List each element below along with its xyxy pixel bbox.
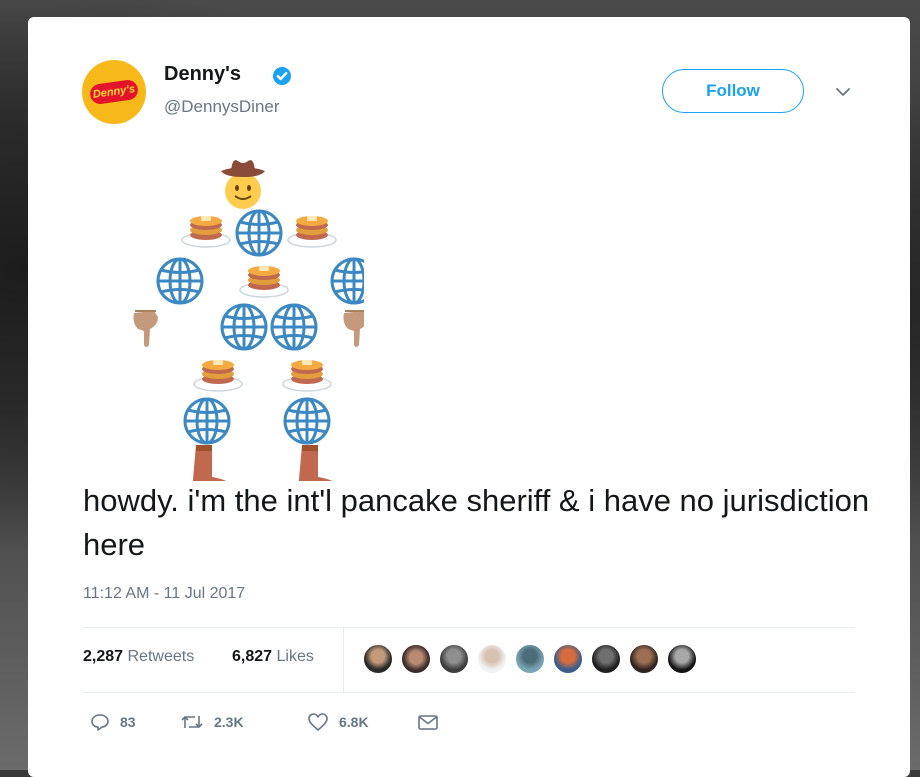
liker-avatar[interactable] bbox=[514, 643, 546, 675]
globe-emoji bbox=[283, 397, 331, 445]
globe-emoji bbox=[156, 257, 204, 305]
globe-emoji bbox=[183, 397, 231, 445]
liker-avatar[interactable] bbox=[552, 643, 584, 675]
like-count: 6.8K bbox=[339, 714, 369, 730]
tweet-text: howdy. i'm the int'l pancake sheriff & i… bbox=[83, 483, 870, 562]
retweets-stat[interactable]: 2,287 Retweets bbox=[83, 648, 194, 666]
liker-avatar[interactable] bbox=[362, 643, 394, 675]
dm-icon bbox=[418, 715, 438, 730]
retweets-count: 2,287 bbox=[83, 648, 124, 665]
pancakes-emoji bbox=[193, 359, 243, 392]
liker-avatar[interactable] bbox=[666, 643, 698, 675]
globe-emoji bbox=[235, 209, 283, 257]
pointing-down-emoji bbox=[132, 310, 159, 348]
tweet-timestamp[interactable]: 11:12 AM - 11 Jul 2017 bbox=[83, 585, 245, 603]
divider bbox=[83, 627, 854, 628]
pancakes-emoji bbox=[181, 215, 231, 248]
divider bbox=[83, 692, 854, 693]
user-handle[interactable]: @DennysDiner bbox=[164, 97, 280, 117]
like-icon bbox=[308, 713, 328, 731]
divider bbox=[343, 628, 344, 692]
globe-emoji bbox=[330, 257, 364, 305]
likes-count: 6,827 bbox=[232, 648, 273, 665]
boot-emoji bbox=[298, 445, 336, 481]
pancakes-emoji bbox=[287, 215, 337, 248]
retweets-label: Retweets bbox=[127, 648, 195, 665]
retweet-count: 2.3K bbox=[214, 714, 244, 730]
verified-badge-icon bbox=[273, 67, 291, 85]
liker-avatar[interactable] bbox=[590, 643, 622, 675]
avatar[interactable]: Denny's bbox=[82, 60, 146, 124]
liker-avatar[interactable] bbox=[400, 643, 432, 675]
liker-avatar[interactable] bbox=[628, 643, 660, 675]
liker-avatar[interactable] bbox=[438, 643, 470, 675]
globe-emoji bbox=[270, 303, 318, 351]
retweet-icon bbox=[181, 716, 203, 728]
reply-icon bbox=[91, 714, 109, 731]
pancakes-emoji bbox=[282, 359, 332, 392]
follow-button[interactable]: Follow bbox=[662, 69, 804, 113]
globe-emoji bbox=[220, 303, 268, 351]
dm-action[interactable] bbox=[417, 711, 449, 733]
like-action[interactable]: 6.8K bbox=[307, 711, 369, 733]
display-name[interactable]: Denny's bbox=[164, 63, 241, 86]
dennys-logo: Denny's bbox=[88, 78, 140, 106]
chevron-down-icon[interactable] bbox=[834, 85, 852, 99]
retweet-action[interactable]: 2.3K bbox=[180, 711, 244, 733]
emoji-art bbox=[132, 160, 364, 481]
reply-count: 83 bbox=[120, 714, 136, 730]
boot-emoji bbox=[192, 445, 230, 481]
likes-label: Likes bbox=[276, 648, 314, 665]
liker-avatar[interactable] bbox=[476, 643, 508, 675]
cowboy-face-emoji bbox=[221, 160, 265, 209]
reply-action[interactable]: 83 bbox=[90, 711, 136, 733]
likes-stat[interactable]: 6,827 Likes bbox=[232, 648, 314, 666]
pointing-down-emoji bbox=[342, 310, 364, 348]
tweet-card: Denny's Denny's @DennysDiner Follow howd… bbox=[28, 17, 910, 777]
pancakes-emoji bbox=[239, 265, 289, 298]
